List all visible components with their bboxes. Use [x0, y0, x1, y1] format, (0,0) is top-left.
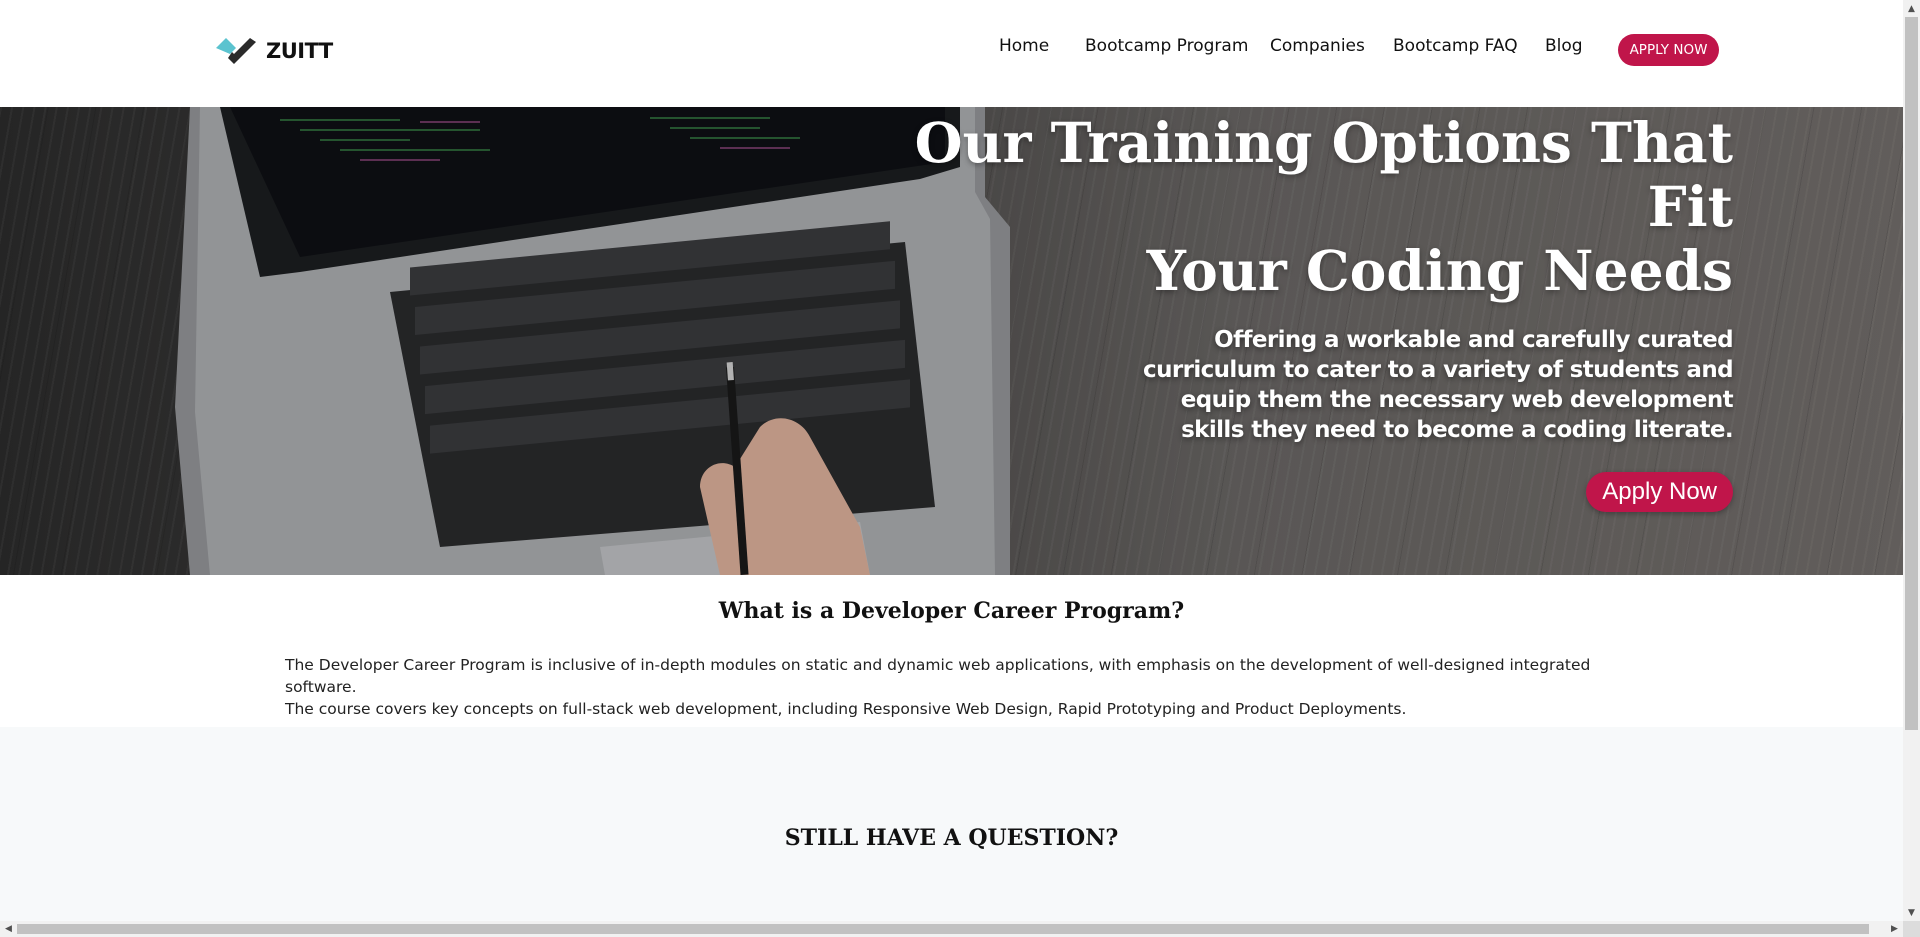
program-description: The Developer Career Program is inclusiv… [285, 654, 1645, 720]
hero-subtitle: Offering a workable and carefully curate… [1143, 327, 1734, 443]
program-heading: What is a Developer Career Program? [718, 598, 1185, 624]
program-description-line1: The Developer Career Program is inclusiv… [285, 656, 1591, 696]
hero-content: Our Training Options That Fit Your Codin… [833, 107, 1734, 512]
horizontal-scroll-thumb[interactable] [17, 924, 1869, 934]
scroll-right-arrow-icon[interactable]: ▶ [1886, 921, 1903, 937]
hero-title-line2: Your Coding Needs [1146, 238, 1733, 303]
program-description-line2: The course covers key concepts on full-s… [285, 700, 1407, 718]
hero-apply-now-button[interactable]: Apply Now [1586, 472, 1733, 512]
nav-companies[interactable]: Companies [1270, 36, 1365, 56]
hero-banner: Our Training Options That Fit Your Codin… [0, 107, 1903, 575]
question-section: STILL HAVE A QUESTION? [0, 727, 1903, 921]
question-heading: STILL HAVE A QUESTION? [784, 825, 1119, 851]
scrollbar-corner [1903, 921, 1920, 937]
horizontal-scrollbar[interactable]: ◀ ▶ [0, 921, 1903, 937]
program-section: What is a Developer Career Program? The … [0, 575, 1903, 727]
main-nav: Home Bootcamp Program Companies Bootcamp… [0, 32, 1903, 68]
scroll-left-arrow-icon[interactable]: ◀ [0, 921, 17, 937]
scroll-up-arrow-icon[interactable]: ▲ [1903, 0, 1920, 17]
hero-title-line1: Our Training Options That Fit [914, 110, 1733, 239]
nav-blog[interactable]: Blog [1545, 36, 1583, 56]
vertical-scroll-thumb[interactable] [1905, 17, 1918, 730]
site-header: ZUITT Home Bootcamp Program Companies Bo… [0, 0, 1903, 107]
nav-bootcamp-program[interactable]: Bootcamp Program [1085, 36, 1248, 56]
nav-apply-now-button[interactable]: APPLY NOW [1618, 34, 1719, 66]
hero-title: Our Training Options That Fit Your Codin… [833, 111, 1733, 303]
nav-bootcamp-faq[interactable]: Bootcamp FAQ [1393, 36, 1518, 56]
nav-home[interactable]: Home [999, 36, 1049, 56]
scroll-down-arrow-icon[interactable]: ▼ [1903, 904, 1920, 921]
vertical-scrollbar[interactable]: ▲ ▼ [1903, 0, 1920, 921]
